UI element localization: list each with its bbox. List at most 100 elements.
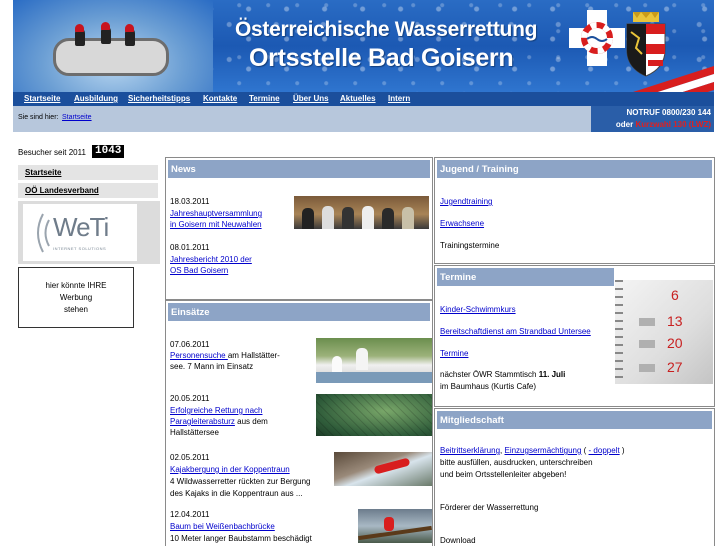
- einsaetze-panel-title: Einsätze: [171, 307, 210, 318]
- nav-sicherheitstipps[interactable]: Sicherheitstipps: [128, 94, 190, 103]
- nav-kontakte[interactable]: Kontakte: [203, 94, 237, 103]
- calendar-image: 6 13 20 27: [615, 280, 713, 384]
- einsatz-date: 02.05.2011: [170, 453, 210, 462]
- upper-austria-crest-icon: [626, 12, 666, 77]
- trainingstermine-text: Trainingstermine: [440, 241, 500, 250]
- stammtisch-location: im Baumhaus (Kurtis Cafe): [440, 382, 537, 391]
- nav-aktuelles[interactable]: Aktuelles: [340, 94, 376, 103]
- breadcrumb-home-link[interactable]: Startseite: [62, 114, 92, 121]
- termine-panel-header: Termine: [437, 268, 614, 286]
- sponsor-banner[interactable]: WeTi INTERNET SOLUTIONS: [18, 201, 160, 264]
- header-banner: Österreichische Wasserrettung Ortsstelle…: [13, 0, 714, 92]
- sponsor-logo: WeTi: [53, 212, 109, 242]
- membership-instructions: bitte ausfüllen, ausdrucken, unterschrei…: [440, 458, 593, 467]
- news-panel: News 18.03.2011 Jahreshauptversammlung i…: [165, 157, 433, 300]
- main-navigation: Startseite Ausbildung Sicherheitstipps K…: [13, 92, 714, 106]
- emergency-shortcode: oder Kurzwahl 130 (LWZ): [615, 120, 711, 129]
- news-link[interactable]: Jahresbericht 2010 der: [170, 254, 252, 265]
- calendar-day: 20: [667, 335, 683, 351]
- raft-boat: [53, 38, 169, 76]
- einsatz-date: 12.04.2011: [170, 510, 210, 519]
- news-panel-header: News: [168, 160, 430, 178]
- rafter-helmet: [125, 24, 134, 32]
- einsatz-date: 20.05.2011: [170, 394, 210, 403]
- einsatz-text: 4 Wildwasserretter rückten zur Bergung: [170, 477, 311, 486]
- breadcrumb-label: Sie sind hier:: [18, 114, 59, 121]
- calendar-day: 27: [667, 359, 683, 375]
- site-title-line1: Österreichische Wasserrettung: [235, 18, 538, 41]
- foerderer-text: Förderer der Wasserrettung: [440, 503, 539, 512]
- termine-panel-title: Termine: [440, 272, 477, 283]
- einsatz-entry: Paragleiterabsturz aus dem: [170, 417, 268, 426]
- einsatz-photo-bridge[interactable]: [358, 509, 432, 543]
- einsatz-text: Hallstättersee: [170, 428, 219, 437]
- nav-startseite[interactable]: Startseite: [24, 94, 60, 103]
- einsatz-entry: Personensuche am Hallstätter-: [170, 351, 280, 360]
- sponsor-logo-card: WeTi INTERNET SOLUTIONS: [23, 204, 137, 261]
- emergency-number-box: NOTRUF 0800/230 144 oder Kurzwahl 130 (L…: [591, 106, 714, 132]
- erwachsene-link[interactable]: Erwachsene: [440, 218, 484, 229]
- doppelt-link[interactable]: - doppelt: [589, 446, 620, 455]
- ad-line: hier könnte IHRE: [45, 281, 107, 290]
- emergency-number: NOTRUF 0800/230 144: [626, 108, 712, 117]
- rafter-helmet: [101, 22, 110, 30]
- membership-instructions: und beim Ortsstellenleiter abgeben!: [440, 470, 567, 479]
- ad-line: Werbung: [59, 293, 93, 302]
- wasserrettung-emblem-icon: [569, 10, 625, 66]
- rafter-helmet: [75, 24, 84, 32]
- einsatz-photo-kayak[interactable]: [334, 452, 432, 486]
- nav-ueber-uns[interactable]: Über Uns: [293, 94, 329, 103]
- einzugsermaechtigung-link[interactable]: Einzugsermächtigung: [504, 446, 581, 455]
- news-link[interactable]: OS Bad Goisern: [170, 265, 228, 276]
- einsatz-link[interactable]: Paragleiterabsturz: [170, 417, 235, 426]
- einsatz-text: 10 Meter langer Baubstamm beschädigt: [170, 534, 312, 543]
- einsatz-photo-boat[interactable]: [316, 338, 432, 383]
- rafting-photo: [13, 0, 213, 92]
- einsatz-link[interactable]: Personensuche: [170, 351, 228, 360]
- news-date: 18.03.2011: [170, 197, 210, 206]
- mitgliedschaft-panel: Mitgliedschaft Beitrittserklärung, Einzu…: [434, 408, 715, 546]
- einsaetze-panel: Einsätze 07.06.2011 Personensuche am Hal…: [165, 300, 433, 546]
- news-date: 08.01.2011: [170, 243, 210, 252]
- einsatz-link[interactable]: Erfolgreiche Rettung nach: [170, 405, 263, 416]
- site-title-line2: Ortsstelle Bad Goisern: [249, 44, 514, 72]
- breadcrumb: Sie sind hier: Startseite: [13, 106, 591, 132]
- einsaetze-panel-header: Einsätze: [168, 303, 430, 321]
- jugendtraining-link[interactable]: Jugendtraining: [440, 196, 492, 207]
- einsatz-text: see. 7 Mann im Einsatz: [170, 362, 254, 371]
- einsatz-link[interactable]: Kajakbergung in der Koppentraun: [170, 464, 290, 475]
- schwimmkurs-link[interactable]: Kinder-Schwimmkurs: [440, 304, 516, 315]
- einsatz-date: 07.06.2011: [170, 340, 210, 349]
- jugend-panel: Jugend / Training Jugendtraining Erwachs…: [434, 157, 715, 264]
- membership-forms: Beitrittserklärung, Einzugsermächtigung …: [440, 446, 625, 455]
- nav-ausbildung[interactable]: Ausbildung: [74, 94, 118, 103]
- sidebar-link-landesverband[interactable]: OÖ Landesverband: [18, 183, 158, 198]
- ad-line: stehen: [63, 305, 89, 314]
- calendar-day: 6: [671, 287, 679, 303]
- termine-link[interactable]: Termine: [440, 348, 468, 359]
- nav-termine[interactable]: Termine: [249, 94, 280, 103]
- news-panel-title: News: [171, 164, 196, 175]
- stammtisch-text: nächster ÖWR Stammtisch 11. Juli: [440, 370, 566, 379]
- news-link[interactable]: in Goisern mit Neuwahlen: [170, 219, 262, 230]
- einsatz-text: des Kajaks in die Koppentraun aus ...: [170, 489, 303, 498]
- termine-panel: Termine 6 13 20 27 Kinder-Schwimmkurs Be…: [434, 265, 715, 407]
- mitgliedschaft-panel-title: Mitgliedschaft: [440, 415, 504, 426]
- sidebar-link-startseite[interactable]: Startseite: [18, 165, 158, 180]
- einsatz-photo-lake[interactable]: [316, 394, 432, 436]
- bereitschaftsdienst-link[interactable]: Bereitschaftdienst am Strandbad Untersee: [440, 326, 591, 337]
- jugend-panel-header: Jugend / Training: [437, 160, 712, 178]
- visitor-counter-label: Besucher seit 2011: [18, 148, 86, 157]
- news-link[interactable]: Jahreshauptversammlung: [170, 208, 262, 219]
- visitor-counter-value: 1043: [92, 145, 125, 158]
- sponsor-subtitle: INTERNET SOLUTIONS: [53, 246, 107, 251]
- beitrittserklaerung-link[interactable]: Beitrittserklärung: [440, 446, 500, 455]
- mitgliedschaft-panel-header: Mitgliedschaft: [437, 411, 712, 429]
- ad-placeholder: hier könnte IHRE Werbung stehen: [18, 267, 134, 328]
- jugend-panel-title: Jugend / Training: [440, 164, 519, 175]
- einsatz-link[interactable]: Baum bei Weißenbachbrücke: [170, 521, 275, 532]
- nav-intern[interactable]: Intern: [388, 94, 410, 103]
- calendar-day: 13: [667, 313, 683, 329]
- news-photo-group[interactable]: [294, 196, 429, 229]
- download-text: Download: [440, 536, 476, 545]
